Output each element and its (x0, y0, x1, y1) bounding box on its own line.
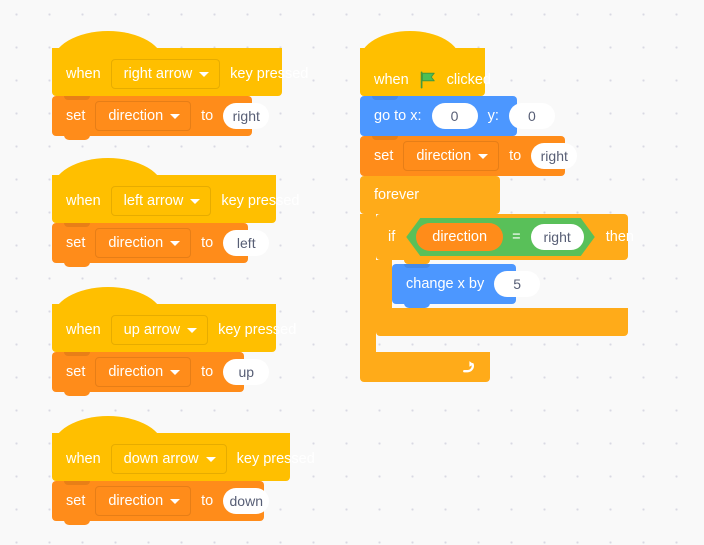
if-header[interactable]: if direction = right then (376, 214, 634, 260)
chevron-down-icon (190, 198, 201, 204)
set-variable-block[interactable]: set direction to up (52, 352, 270, 396)
script-stack-right-arrow[interactable]: when right arrow key pressed set directi… (52, 31, 308, 140)
set-label: set (66, 107, 86, 124)
variable-reporter[interactable]: direction (416, 223, 503, 251)
variable-dropdown[interactable]: direction (95, 486, 192, 516)
if-then-block[interactable]: if direction = right then change x by 5 (376, 214, 634, 336)
key-pressed-label: key pressed (218, 321, 297, 338)
when-label: when (66, 321, 101, 338)
set-value-input[interactable]: down (223, 488, 270, 514)
chevron-down-icon (170, 369, 181, 375)
variable-dropdown-value: direction (108, 363, 164, 380)
when-key-pressed-hat-block[interactable]: when down arrow key pressed (52, 416, 315, 485)
to-label: to (509, 147, 522, 164)
script-stack-green-flag[interactable]: when clicked go to x: 0 y: 0 set directi… (360, 31, 634, 382)
when-key-pressed-hat-block[interactable]: when right arrow key pressed (52, 31, 308, 100)
when-label: when (66, 192, 101, 209)
x-coordinate-input[interactable]: 0 (431, 103, 478, 129)
loop-arrow-icon (459, 359, 476, 376)
set-label: set (66, 234, 86, 251)
change-x-by-block[interactable]: change x by 5 (392, 264, 541, 308)
set-label: set (66, 363, 86, 380)
key-dropdown[interactable]: right arrow (110, 59, 221, 89)
chevron-down-icon (205, 456, 216, 462)
if-footer[interactable] (376, 308, 628, 336)
key-dropdown-value: left arrow (123, 192, 184, 209)
when-key-pressed-hat-block[interactable]: when up arrow key pressed (52, 287, 296, 356)
set-value-input[interactable]: right (531, 143, 578, 169)
chevron-down-icon (478, 153, 489, 159)
forever-inner-slot[interactable]: if direction = right then change x by 5 (376, 214, 634, 352)
forever-header[interactable]: forever (360, 176, 500, 214)
y-coordinate-input[interactable]: 0 (508, 103, 555, 129)
variable-dropdown[interactable]: direction (403, 141, 500, 171)
set-value-input[interactable]: right (223, 103, 270, 129)
go-to-xy-block[interactable]: go to x: 0 y: 0 (360, 96, 555, 140)
to-label: to (201, 492, 214, 509)
key-dropdown[interactable]: down arrow (110, 444, 227, 474)
chevron-down-icon (170, 113, 181, 119)
key-dropdown-value: right arrow (123, 65, 193, 82)
chevron-down-icon (170, 498, 181, 504)
when-key-pressed-hat-block[interactable]: when left arrow key pressed (52, 158, 300, 227)
equals-sign-label: = (512, 229, 521, 245)
to-label: to (201, 107, 214, 124)
variable-dropdown-value: direction (108, 234, 164, 251)
to-label: to (201, 363, 214, 380)
set-variable-block[interactable]: set direction to right (52, 96, 270, 140)
chevron-down-icon (199, 71, 210, 77)
then-label: then (605, 229, 634, 245)
variable-dropdown-value: direction (416, 147, 472, 164)
to-label: to (201, 234, 214, 251)
green-flag-icon (419, 71, 437, 89)
if-body: change x by 5 (376, 260, 630, 308)
key-dropdown[interactable]: left arrow (110, 186, 212, 216)
variable-dropdown[interactable]: direction (95, 357, 192, 387)
change-x-value-input[interactable]: 5 (494, 271, 541, 297)
comparison-value-input[interactable]: right (531, 224, 584, 250)
key-dropdown-value: up arrow (123, 321, 181, 338)
set-value-input[interactable]: left (223, 230, 270, 256)
key-dropdown-value: down arrow (123, 450, 199, 467)
forever-body: if direction = right then change x by 5 (360, 214, 634, 352)
when-label: when (66, 450, 101, 467)
key-pressed-label: key pressed (230, 65, 309, 82)
forever-left-spine (360, 214, 376, 352)
if-inner-slot[interactable]: change x by 5 (392, 260, 628, 308)
script-stack-up-arrow[interactable]: when up arrow key pressed set direction … (52, 287, 296, 396)
if-label: if (388, 229, 396, 245)
forever-label: forever (374, 187, 420, 203)
variable-dropdown-value: direction (108, 492, 164, 509)
go-to-x-label: go to x: (374, 107, 422, 124)
set-variable-block[interactable]: set direction to down (52, 481, 270, 525)
chevron-down-icon (187, 327, 198, 333)
set-variable-block[interactable]: set direction to left (52, 223, 270, 267)
forever-footer[interactable] (360, 352, 490, 382)
variable-dropdown-value: direction (108, 107, 164, 124)
clicked-label: clicked (446, 71, 491, 88)
key-dropdown[interactable]: up arrow (110, 315, 209, 345)
key-pressed-label: key pressed (236, 450, 315, 467)
script-stack-down-arrow[interactable]: when down arrow key pressed set directio… (52, 416, 315, 525)
chevron-down-icon (170, 240, 181, 246)
block-workspace-canvas[interactable]: when right arrow key pressed set directi… (0, 0, 704, 545)
key-pressed-label: key pressed (221, 192, 300, 209)
when-green-flag-clicked-hat-block[interactable]: when clicked (360, 31, 491, 100)
set-label: set (66, 492, 86, 509)
script-stack-left-arrow[interactable]: when left arrow key pressed set directio… (52, 158, 300, 267)
variable-dropdown[interactable]: direction (95, 101, 192, 131)
set-variable-block[interactable]: set direction to right (360, 136, 578, 180)
set-value-input[interactable]: up (223, 359, 270, 385)
change-x-by-label: change x by (406, 275, 485, 292)
y-label: y: (487, 107, 499, 124)
equals-operator-block[interactable]: direction = right (406, 218, 595, 256)
variable-dropdown[interactable]: direction (95, 228, 192, 258)
set-label: set (374, 147, 394, 164)
if-left-spine (376, 260, 392, 308)
when-label: when (66, 65, 101, 82)
when-label: when (374, 71, 409, 88)
forever-block[interactable]: forever if direction = right then change… (360, 176, 634, 382)
